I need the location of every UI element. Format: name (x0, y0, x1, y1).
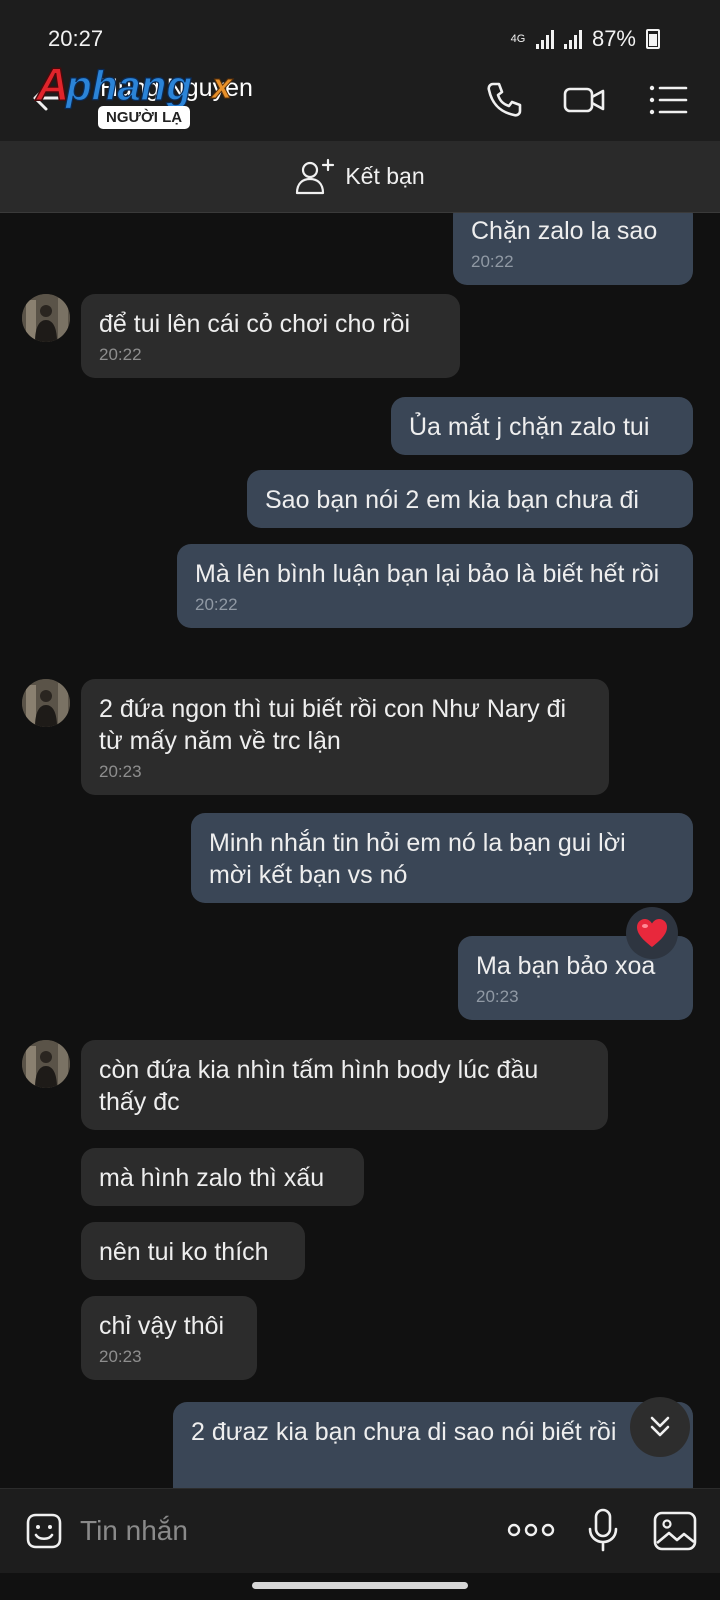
message-composer (0, 1488, 720, 1573)
message-input[interactable] (80, 1507, 480, 1555)
message-bubble-sent[interactable]: 2 đưaz kia bạn chưa di sao nói biết rồi (173, 1402, 693, 1488)
network-type-label: 4G (510, 32, 526, 45)
phone-call-icon[interactable] (482, 78, 526, 122)
home-indicator[interactable] (252, 1582, 468, 1589)
contact-avatar[interactable] (22, 679, 70, 727)
message-bubble-received[interactable]: còn đứa kia nhìn tấm hình body lúc đầu t… (81, 1040, 608, 1130)
message-bubble-sent[interactable]: Sao bạn nói 2 em kia bạn chưa đi (247, 470, 693, 528)
add-friend-icon (296, 158, 335, 194)
sticker-icon[interactable] (22, 1509, 66, 1553)
message-text: để tui lên cái cỏ chơi cho rồi (99, 310, 410, 338)
message-bubble-sent[interactable]: Mà lên bình luận bạn lại bảo là biết hết… (177, 544, 693, 628)
add-friend-label: Kết bạn (345, 163, 425, 189)
message-text: Minh nhắn tin hỏi em nó la bạn gui lời m… (209, 829, 626, 889)
image-gallery-icon[interactable] (652, 1509, 698, 1553)
scroll-to-bottom-button[interactable] (630, 1397, 690, 1457)
status-bar: 20:27 4G 87% (0, 0, 720, 56)
message-time: 20:23 (99, 1347, 142, 1366)
message-text: mà hình zalo thì xấu (99, 1164, 325, 1192)
message-bubble-received[interactable]: 2 đứa ngon thì tui biết rồi con Như Nary… (81, 679, 609, 795)
microphone-icon[interactable] (586, 1507, 620, 1553)
add-friend-button[interactable]: Kết bạn (0, 141, 720, 213)
more-options-icon[interactable] (506, 1515, 556, 1545)
message-text: còn đứa kia nhìn tấm hình body lúc đầu t… (99, 1056, 539, 1116)
message-text: nên tui ko thích (99, 1238, 269, 1266)
heart-reaction[interactable] (626, 907, 678, 959)
back-arrow-icon[interactable] (28, 78, 68, 118)
message-text: Sao bạn nói 2 em kia bạn chưa đi (265, 486, 639, 514)
status-indicators: 4G 87% (510, 26, 660, 52)
message-text: Mà lên bình luận bạn lại bảo là biết hết… (195, 560, 660, 588)
message-bubble-received[interactable]: nên tui ko thích (81, 1222, 305, 1280)
message-text: Ủa mắt j chặn zalo tui (409, 413, 650, 441)
contact-avatar[interactable] (22, 294, 70, 342)
double-chevron-down-icon (650, 1416, 670, 1437)
message-time: 20:23 (99, 762, 142, 781)
message-bubble-sent[interactable]: Minh nhắn tin hỏi em nó la bạn gui lời m… (191, 813, 693, 903)
message-text: Ma bạn bảo xoa (476, 952, 656, 980)
message-bubble-received[interactable]: chỉ vậy thôi 20:23 (81, 1296, 257, 1380)
message-bubble-received[interactable]: mà hình zalo thì xấu (81, 1148, 364, 1206)
message-text: 2 đưaz kia bạn chưa di sao nói biết rồi (191, 1418, 617, 1446)
stranger-badge: NGƯỜI LẠ (98, 106, 191, 129)
message-text: chỉ vậy thôi (99, 1312, 225, 1340)
message-time: 20:22 (471, 252, 514, 271)
message-bubble-sent[interactable]: Chặn zalo la sao 20:22 (453, 213, 693, 285)
battery-percent: 87% (591, 26, 636, 51)
chat-header: Hung Nguyen A phang x NGƯỜI LẠ (0, 56, 720, 141)
message-text: Chặn zalo la sao (471, 217, 658, 245)
message-list[interactable]: Chặn zalo la sao 20:22 để tui lên cái cỏ… (0, 213, 720, 1488)
system-nav-bar (0, 1573, 720, 1600)
contact-avatar[interactable] (22, 1040, 70, 1088)
message-text: 2 đứa ngon thì tui biết rồi con Như Nary… (99, 695, 567, 755)
message-bubble-received[interactable]: để tui lên cái cỏ chơi cho rồi 20:22 (81, 294, 460, 378)
heart-icon (637, 919, 667, 947)
contact-name[interactable]: Hung Nguyen (100, 74, 253, 103)
message-time: 20:22 (99, 345, 142, 364)
menu-list-icon[interactable] (646, 78, 690, 122)
video-call-icon[interactable] (562, 78, 606, 122)
signal-icon (563, 29, 582, 49)
message-time: 20:23 (476, 987, 519, 1006)
signal-icon (535, 29, 554, 49)
status-time: 20:27 (48, 26, 104, 51)
message-bubble-sent[interactable]: Ủa mắt j chặn zalo tui (391, 397, 693, 455)
message-time: 20:22 (195, 595, 238, 614)
battery-icon (646, 29, 660, 49)
